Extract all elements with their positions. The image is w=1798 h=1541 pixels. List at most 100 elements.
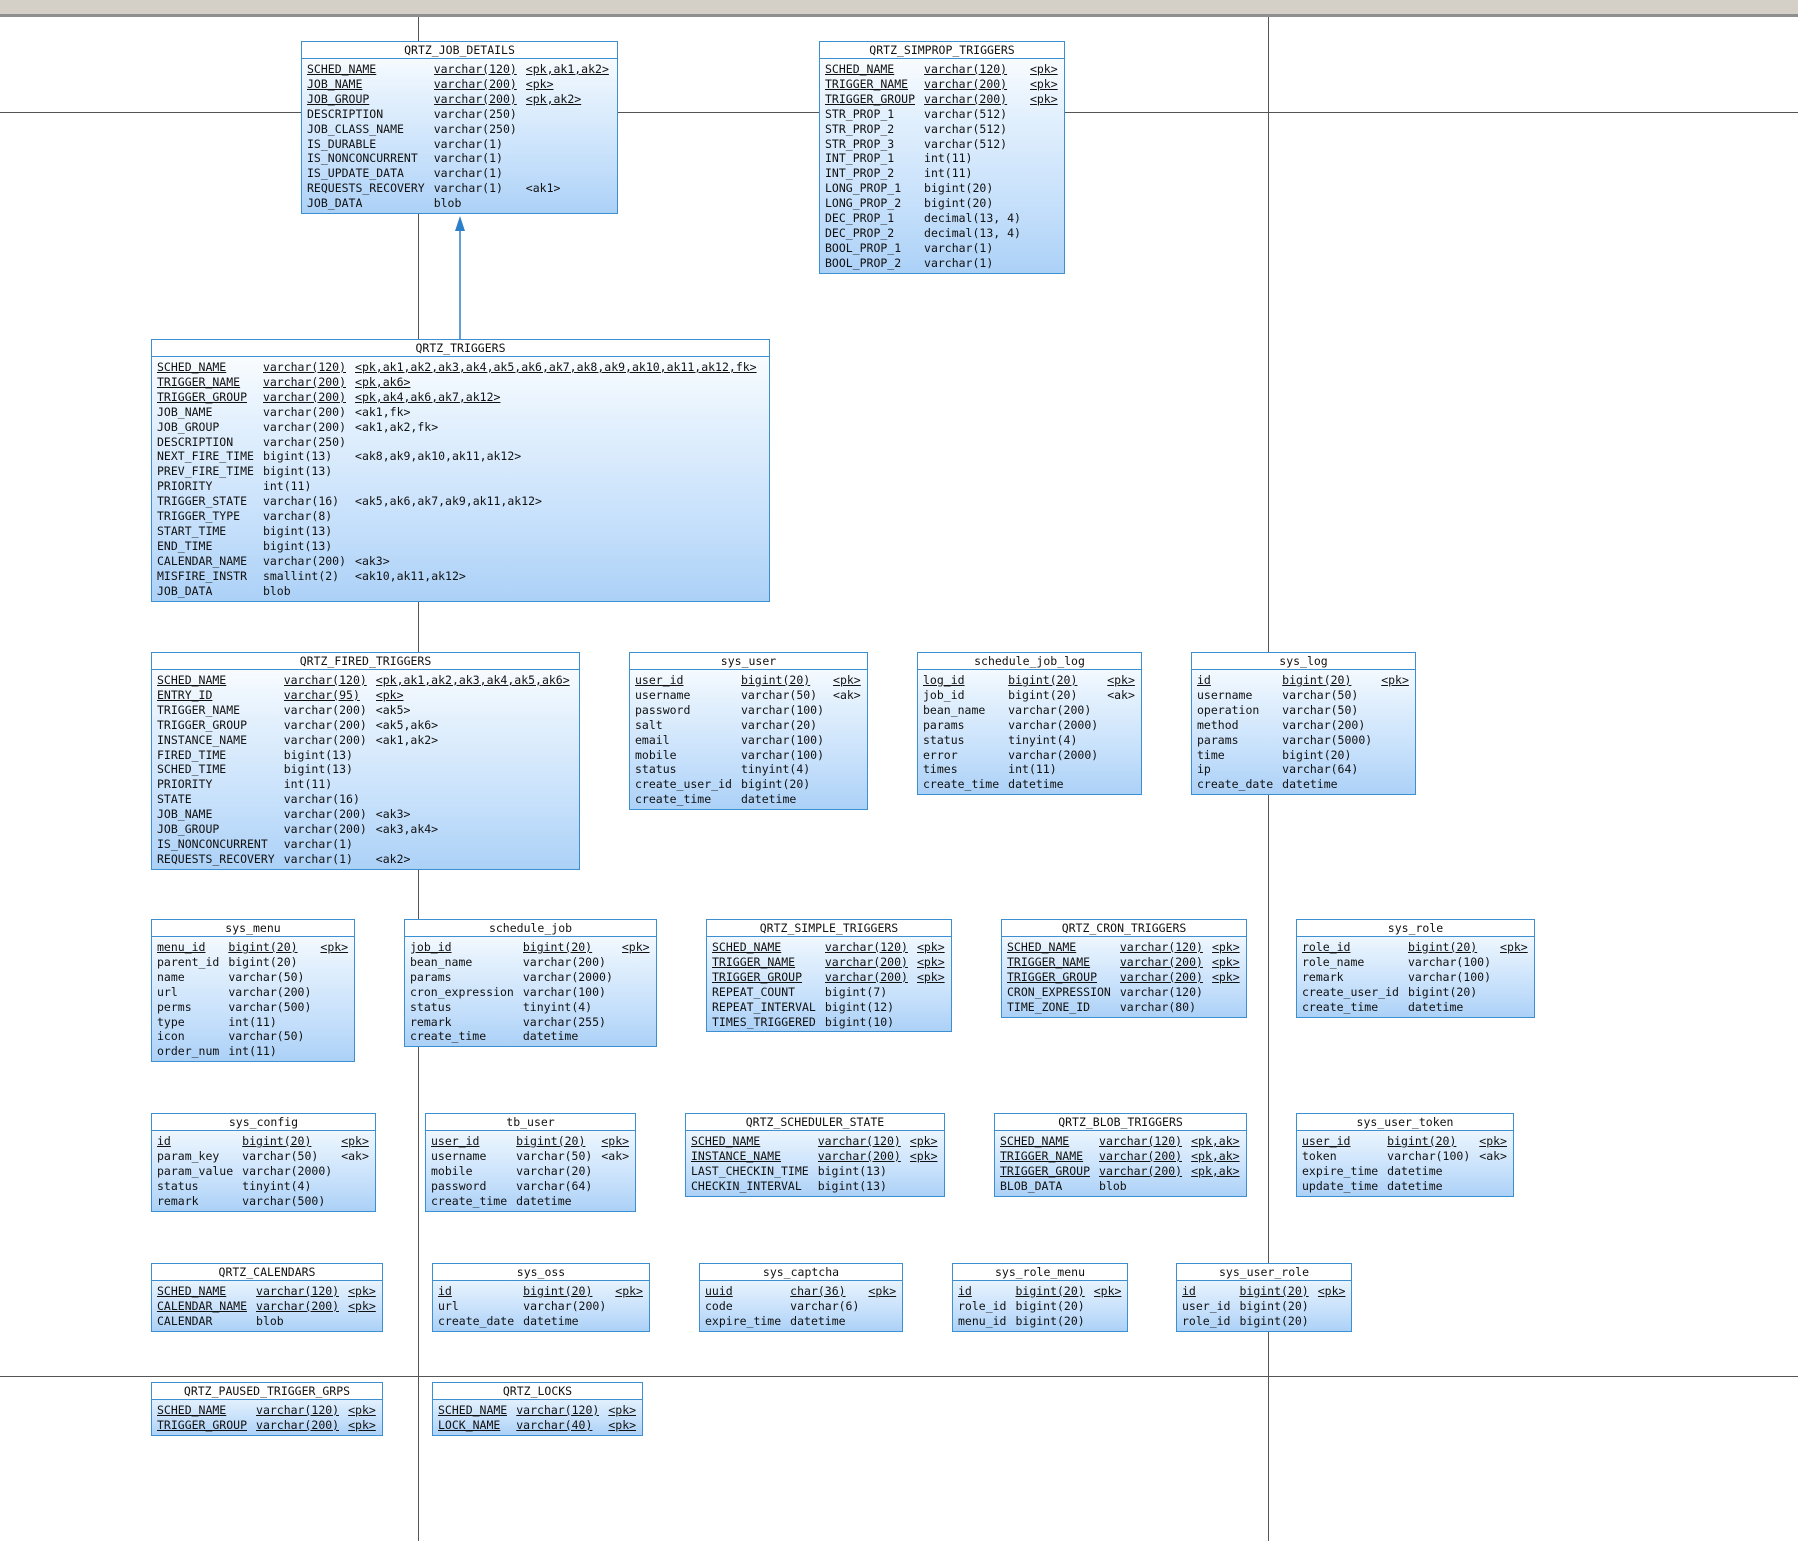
- entity-qrtz-simprop-triggers[interactable]: QRTZ_SIMPROP_TRIGGERS SCHED_NAME varchar(1…: [819, 41, 1065, 274]
- column-type: bigint(20): [924, 196, 994, 211]
- column-keys: <pk>: [833, 673, 861, 687]
- column-name: SCHED_NAME: [438, 1403, 508, 1417]
- entity-title: tb_user: [426, 1114, 635, 1131]
- entity-sys-log[interactable]: sys_log id bigint(20) <pk> username varchar(5…: [1191, 652, 1416, 796]
- entity-qrtz-triggers[interactable]: QRTZ_TRIGGERS SCHED_NAME varchar(120) <pk,a…: [151, 339, 770, 602]
- column-keys: <pk>: [916, 940, 945, 954]
- entity-title: schedule_job: [405, 920, 656, 937]
- entity-tb-user[interactable]: tb_user user_id bigint(20) <pk> username varc…: [425, 1113, 636, 1212]
- column-keys: <pk>: [1500, 940, 1528, 954]
- column-name: JOB_NAME: [157, 404, 213, 419]
- column-name: TRIGGER_GROUP: [157, 389, 248, 404]
- entity-qrtz-scheduler-state[interactable]: QRTZ_SCHEDULER_STATE SCHED_NAME varchar(12…: [685, 1113, 945, 1197]
- column-type: bigint(13): [283, 747, 353, 762]
- entity-qrtz-simple-triggers[interactable]: QRTZ_SIMPLE_TRIGGERS SCHED_NAME varchar(12…: [706, 919, 952, 1033]
- entity-qrtz-job-details[interactable]: QRTZ_JOB_DETAILS SCHED_NAME varchar(120) <p…: [301, 41, 618, 215]
- entity-sys-role-menu[interactable]: sys_role_menu id bigint(20) <pk> role_id bigi…: [952, 1263, 1128, 1332]
- column-type: bigint(12): [824, 999, 895, 1014]
- entity-schedule-job-log[interactable]: schedule_job_log log_id bigint(20) <pk> job_…: [917, 652, 1142, 796]
- column-type: varchar(200): [262, 389, 347, 404]
- column-type: bigint(20): [523, 1284, 593, 1298]
- entity-qrtz-fired-triggers[interactable]: QRTZ_FIRED_TRIGGERS SCHED_NAME varchar(120…: [151, 652, 580, 870]
- entity-sys-oss[interactable]: sys_oss id bigint(20) <pk> url varchar(200) cr…: [432, 1263, 650, 1332]
- column-name: password: [431, 1178, 487, 1193]
- column-name: mobile: [635, 747, 677, 762]
- column-name: STR_PROP_3: [825, 136, 895, 151]
- column-name: params: [1197, 732, 1239, 747]
- column-name: role_id: [1182, 1313, 1231, 1328]
- column-type: varchar(100): [1407, 954, 1492, 969]
- column-type: datetime: [740, 792, 797, 807]
- column-name: SCHED_NAME: [157, 1284, 227, 1298]
- column-keys: <pk>: [1093, 1284, 1122, 1298]
- column-name: param_key: [157, 1148, 220, 1163]
- column-name: CALENDAR_NAME: [157, 553, 248, 568]
- entity-sys-role[interactable]: sys_role role_id bigint(20) <pk> role_name va…: [1296, 919, 1535, 1018]
- column-type: bigint(13): [817, 1163, 887, 1178]
- column-keys: <pk>: [348, 1417, 376, 1432]
- column-name: code: [705, 1298, 733, 1313]
- entity-sys-config[interactable]: sys_config id bigint(20) <pk> param_key varch…: [151, 1113, 376, 1212]
- column-keys: <ak1,ak2>: [375, 732, 439, 747]
- column-type: bigint(20): [924, 181, 994, 196]
- column-name: mobile: [431, 1163, 473, 1178]
- entity-columns: SCHED_NAME varchar(120) <pk> TRIGGER_GROUP v…: [152, 1400, 382, 1435]
- column-keys: <pk>: [525, 76, 554, 91]
- column-type: varchar(120): [516, 1403, 600, 1417]
- column-type: varchar(1): [433, 166, 503, 181]
- column-type: varchar(100): [1387, 1148, 1471, 1163]
- column-name: JOB_NAME: [307, 76, 363, 91]
- entity-title: schedule_job_log: [918, 653, 1141, 670]
- column-type: varchar(50): [228, 1029, 305, 1044]
- column-name: log_id: [923, 673, 965, 687]
- column-name: user_id: [1302, 1134, 1351, 1148]
- column-keys: <pk,ak4,ak6,ak7,ak12>: [355, 389, 501, 404]
- column-keys: <pk>: [608, 1417, 637, 1432]
- entity-sys-menu[interactable]: sys_menu menu_id bigint(20) <pk> parent_id bi…: [151, 919, 355, 1063]
- column-name: SCHED_NAME: [157, 673, 227, 687]
- entity-qrtz-locks[interactable]: QRTZ_LOCKS SCHED_NAME varchar(120) <pk> LOCK…: [432, 1382, 643, 1436]
- column-name: DEC_PROP_1: [825, 211, 895, 226]
- column-name: REPEAT_INTERVAL: [712, 999, 816, 1014]
- column-keys: <ak10,ak11,ak12>: [355, 568, 466, 583]
- entity-qrtz-blob-triggers[interactable]: QRTZ_BLOB_TRIGGERS SCHED_NAME varchar(120)…: [994, 1113, 1247, 1197]
- column-name: order_num: [157, 1044, 220, 1059]
- entity-columns: uuid char(36) <pk> code varchar(6) expire_tim…: [700, 1281, 902, 1331]
- column-name: JOB_DATA: [157, 583, 213, 598]
- column-type: bigint(20): [516, 1134, 586, 1148]
- column-type: char(36): [790, 1284, 846, 1298]
- column-keys: <ak3>: [375, 807, 411, 822]
- entity-sys-user-role[interactable]: sys_user_role id bigint(20) <pk> user_id bigi…: [1176, 1263, 1352, 1332]
- entity-qrtz-cron-triggers[interactable]: QRTZ_CRON_TRIGGERS SCHED_NAME varchar(120)…: [1001, 919, 1247, 1018]
- column-name: role_name: [1302, 954, 1365, 969]
- column-type: varchar(200): [817, 1148, 901, 1163]
- entity-sys-user[interactable]: sys_user user_id bigint(20) <pk> username var…: [629, 652, 868, 811]
- column-name: BOOL_PROP_2: [825, 255, 902, 270]
- entity-title: QRTZ_JOB_DETAILS: [302, 42, 617, 59]
- column-keys: <pk,ak>: [1191, 1134, 1240, 1148]
- column-name: create_date: [438, 1313, 515, 1328]
- column-name: id: [157, 1134, 171, 1148]
- column-keys: <ak8,ak9,ak10,ak11,ak12>: [355, 449, 522, 464]
- column-type: varchar(1): [283, 836, 353, 851]
- entity-sys-user-token[interactable]: sys_user_token user_id bigint(20) <pk> token…: [1296, 1113, 1514, 1197]
- column-name: status: [635, 762, 677, 777]
- column-type: bigint(20): [1015, 1313, 1085, 1328]
- column-name: uuid: [705, 1284, 733, 1298]
- entity-columns: SCHED_NAME varchar(120) <pk> TRIGGER_NAME va…: [707, 937, 951, 1031]
- column-type: varchar(200): [824, 969, 908, 984]
- column-keys: <ak>: [833, 687, 861, 702]
- entity-title: QRTZ_SCHEDULER_STATE: [686, 1114, 944, 1131]
- entity-qrtz-calendars[interactable]: QRTZ_CALENDARS SCHED_NAME varchar(120) <pk>…: [151, 1263, 383, 1332]
- column-type: varchar(20): [740, 717, 818, 732]
- column-name: perms: [157, 999, 192, 1014]
- entity-columns: job_id bigint(20) <pk> bean_name varchar(200…: [405, 937, 656, 1046]
- entity-columns: id bigint(20) <pk> param_key varchar(50) <ak>…: [152, 1131, 375, 1211]
- column-keys: <ak2>: [375, 851, 411, 866]
- column-type: varchar(50): [228, 969, 305, 984]
- entity-schedule-job[interactable]: schedule_job job_id bigint(20) <pk> bean_nam…: [404, 919, 657, 1048]
- entity-qrtz-paused-trigger-grps[interactable]: QRTZ_PAUSED_TRIGGER_GRPS SCHED_NAME varcha…: [151, 1382, 383, 1436]
- entity-sys-captcha[interactable]: sys_captcha uuid char(36) <pk> code varchar(6…: [699, 1263, 903, 1332]
- entity-title: sys_captcha: [700, 1264, 902, 1281]
- column-name: TRIGGER_NAME: [825, 76, 909, 91]
